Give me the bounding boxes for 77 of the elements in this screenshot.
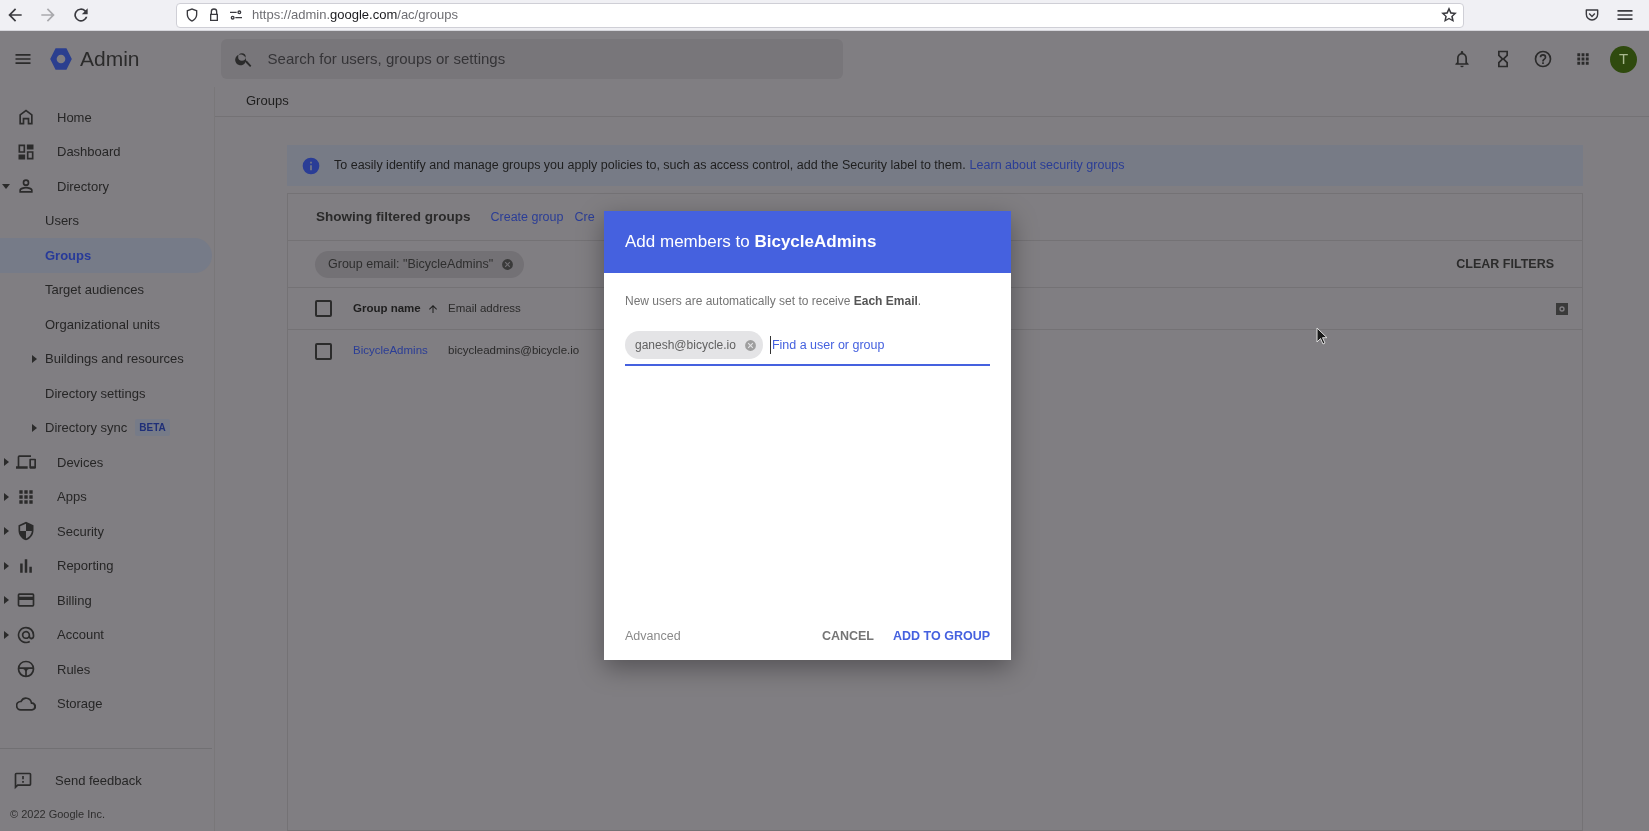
- beta-badge: BETA: [135, 419, 170, 437]
- caret-icon[interactable]: [3, 492, 9, 501]
- nav-item[interactable]: Users: [0, 203, 212, 238]
- caret-icon[interactable]: [3, 630, 9, 639]
- apps-grid-icon[interactable]: [1574, 50, 1592, 68]
- feedback-icon: [13, 771, 33, 791]
- member-chip[interactable]: ganesh@bicycle.io: [625, 331, 763, 359]
- member-picker[interactable]: ganesh@bicycle.io Find a user or group: [625, 330, 990, 366]
- help-icon[interactable]: [1533, 49, 1553, 69]
- app-name: Admin: [80, 46, 140, 73]
- create-link[interactable]: Create group: [490, 207, 564, 227]
- column-header[interactable]: Email address: [448, 299, 521, 318]
- address-bar[interactable]: https://admin.google.com/ac/groups: [176, 2, 1464, 28]
- card-title: Showing filtered groups: [316, 207, 471, 226]
- nav-item[interactable]: Directory settings: [0, 376, 212, 411]
- breadcrumb[interactable]: Groups: [246, 91, 289, 111]
- clear-filters-button[interactable]: CLEAR FILTERS: [1456, 254, 1554, 274]
- column-settings-icon[interactable]: [1554, 300, 1570, 317]
- column-header[interactable]: Group name: [353, 299, 448, 318]
- checkbox[interactable]: [315, 342, 332, 360]
- nav-item[interactable]: Groups: [0, 238, 212, 273]
- reload-icon[interactable]: [71, 5, 91, 25]
- nav-item[interactable]: Home: [0, 100, 212, 135]
- shield-icon[interactable]: [184, 7, 200, 23]
- remove-member-icon[interactable]: [743, 338, 757, 352]
- learn-more-link[interactable]: Learn about security groups: [969, 156, 1125, 175]
- steering-wheel-icon: [16, 659, 36, 680]
- create-link[interactable]: Cre: [574, 207, 595, 227]
- nav-item[interactable]: Billing: [0, 583, 212, 618]
- caret-icon[interactable]: [3, 458, 9, 467]
- nav-item[interactable]: Devices: [0, 445, 212, 480]
- table-cell-text: bicycleadmins@bicycle.io: [448, 343, 580, 359]
- nav-item[interactable]: Apps: [0, 479, 212, 514]
- bell-icon[interactable]: [1452, 49, 1472, 69]
- checkbox[interactable]: [315, 300, 332, 317]
- bookmark-star-icon[interactable]: [1439, 5, 1459, 25]
- nav-item[interactable]: Account: [0, 617, 212, 652]
- url-text: https://admin.google.com/ac/groups: [252, 6, 458, 25]
- add-to-group-button[interactable]: ADD TO GROUP: [893, 626, 990, 646]
- caret-icon[interactable]: [3, 527, 9, 536]
- dialog-note: New users are automatically set to receive Each Email.: [625, 293, 923, 310]
- group-name-link[interactable]: BicycleAdmins: [353, 342, 448, 360]
- permissions-icon[interactable]: [228, 7, 244, 23]
- caret-icon[interactable]: [3, 596, 9, 605]
- send-feedback-link[interactable]: Send feedback: [0, 764, 214, 798]
- caret-icon[interactable]: [31, 354, 37, 363]
- remove-filter-icon[interactable]: [501, 257, 515, 271]
- caret-icon[interactable]: [2, 183, 10, 189]
- pocket-icon[interactable]: [1583, 6, 1601, 24]
- nav-item[interactable]: Reporting: [0, 548, 212, 583]
- at-sign-icon: [16, 624, 36, 645]
- cancel-button[interactable]: CANCEL: [821, 626, 874, 646]
- nav-item[interactable]: Storage: [0, 686, 212, 721]
- nav-item[interactable]: Rules: [0, 652, 212, 687]
- nav-item[interactable]: Directory sync BETA: [0, 410, 212, 445]
- home-icon: [16, 107, 36, 128]
- nav-item[interactable]: Buildings and resources: [0, 341, 212, 376]
- copyright-text: © 2022 Google Inc.: [10, 807, 106, 822]
- nav-item[interactable]: Directory: [0, 169, 212, 204]
- mouse-cursor-icon: [1316, 327, 1328, 345]
- member-search-field[interactable]: Find a user or group: [769, 335, 990, 355]
- info-icon: [301, 155, 321, 176]
- admin-logo-icon: [48, 46, 74, 72]
- nav-item[interactable]: Organizational units: [0, 307, 212, 342]
- banner-text: To easily identify and manage groups you apply policies to, such as access control, add the Security label to them.: [334, 157, 966, 175]
- shield-icon: [16, 521, 36, 542]
- nav-item[interactable]: Security: [0, 514, 212, 549]
- nav-item[interactable]: Target audiences: [0, 272, 212, 307]
- caret-icon[interactable]: [31, 423, 37, 432]
- search-bar[interactable]: Search for users, groups or settings: [220, 39, 843, 79]
- dialog-title: Add members to BicycleAdmins: [625, 231, 877, 254]
- avatar[interactable]: T: [1610, 45, 1637, 73]
- caret-icon[interactable]: [3, 561, 9, 570]
- advanced-link[interactable]: Advanced: [625, 626, 681, 646]
- search-field[interactable]: Search for users, groups or settings: [267, 47, 843, 71]
- nav-item[interactable]: Dashboard: [0, 134, 212, 169]
- filter-chip[interactable]: Group email: "BicycleAdmins": [315, 250, 525, 278]
